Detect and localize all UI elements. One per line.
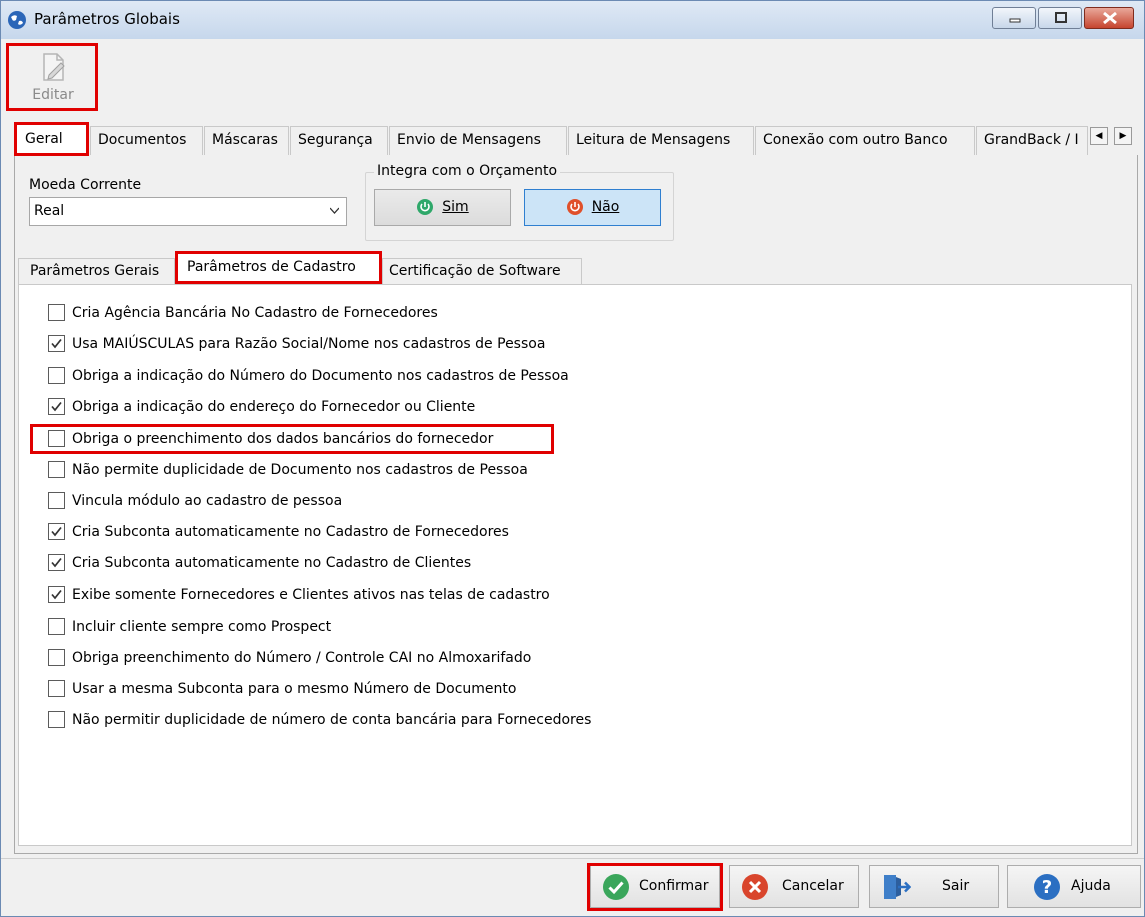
budget-yes-label: Sim [442,199,469,215]
tab-geral[interactable]: Geral [14,122,89,156]
tab-documentos[interactable]: Documentos [90,126,203,155]
confirm-check-icon [603,874,629,900]
chevron-down-icon [330,207,339,214]
checkbox[interactable] [48,304,65,321]
checkbox[interactable] [48,461,65,478]
arrow-right-icon: ▶ [1119,131,1127,141]
confirm-button[interactable]: Confirmar [590,865,720,908]
currency-select[interactable]: Real [29,197,347,226]
option-label: Não permitir duplicidade de número de co… [72,712,592,728]
maximize-button[interactable] [1038,7,1082,29]
option-label: Obriga a indicação do Número do Document… [72,368,569,384]
subtab-parametros-cadastro[interactable]: Parâmetros de Cadastro [175,251,382,284]
tab-envio-mensagens[interactable]: Envio de Mensagens [389,126,567,155]
parametros-globais-window: Parâmetros Globais Editar Geral Document… [0,0,1145,917]
exit-button[interactable]: Sair [869,865,999,908]
cancel-button[interactable]: Cancelar [729,865,859,908]
close-button[interactable] [1084,7,1134,29]
currency-value: Real [34,203,65,219]
option-label: Incluir cliente sempre como Prospect [72,619,332,635]
checkmark-icon [51,526,62,537]
exit-door-icon [884,875,911,899]
checkbox[interactable] [48,430,65,447]
budget-group-title: Integra com o Orçamento [374,163,561,179]
tab-grandback[interactable]: GrandBack / I [976,126,1088,155]
edit-button[interactable]: Editar [10,45,96,110]
checkbox[interactable] [48,398,65,415]
option-label: Usar a mesma Subconta para o mesmo Númer… [72,681,517,697]
power-icon [417,199,434,215]
checkbox[interactable] [48,711,65,728]
checkbox[interactable] [48,335,65,352]
confirm-label: Confirmar [639,878,709,894]
option-label: Obriga o preenchimento dos dados bancári… [72,431,494,447]
checkbox[interactable] [48,649,65,666]
subtab-parametros-gerais[interactable]: Parâmetros Gerais [18,258,175,284]
option-label: Usa MAIÚSCULAS para Razão Social/Nome no… [72,336,546,352]
option-label: Cria Agência Bancária No Cadastro de For… [72,305,438,321]
tab-seguranca[interactable]: Segurança [290,126,388,155]
currency-label: Moeda Corrente [29,177,142,193]
checkbox[interactable] [48,618,65,635]
tab-scroll-right-button[interactable]: ▶ [1114,127,1132,145]
footer-separator [1,858,1144,859]
close-icon [1103,11,1117,25]
tab-mascaras[interactable]: Máscaras [204,126,289,155]
budget-no-button[interactable]: Não [524,189,661,226]
edit-label: Editar [32,87,74,103]
cancel-x-icon [742,874,768,900]
minimize-button[interactable] [992,7,1036,29]
budget-yes-button[interactable]: Sim [374,189,511,226]
power-icon [566,199,583,215]
minimize-icon [1009,18,1021,23]
help-question-icon: ? [1034,874,1060,900]
option-label: Cria Subconta automaticamente no Cadastr… [72,555,472,571]
window-title: Parâmetros Globais [34,10,180,28]
tab-leitura-mensagens[interactable]: Leitura de Mensagens [568,126,754,155]
option-label: Obriga a indicação do endereço do Fornec… [72,399,476,415]
budget-no-label: Não [591,199,620,215]
svg-text:?: ? [1042,877,1052,898]
checkbox[interactable] [48,680,65,697]
checkmark-icon [51,401,62,412]
tab-scroll-left-button[interactable]: ◀ [1090,127,1108,145]
checkmark-icon [51,589,62,600]
help-label: Ajuda [1071,878,1111,894]
checkbox[interactable] [48,554,65,571]
checkmark-icon [51,557,62,568]
option-label: Não permite duplicidade de Documento nos… [72,462,528,478]
cancel-label: Cancelar [782,878,844,894]
exit-label: Sair [942,878,970,894]
globe-icon [8,11,26,29]
maximize-icon [1055,12,1067,23]
checkbox[interactable] [48,523,65,540]
option-label: Vincula módulo ao cadastro de pessoa [72,493,343,509]
option-label: Cria Subconta automaticamente no Cadastr… [72,524,509,540]
help-button[interactable]: ? Ajuda [1007,865,1141,908]
title-bar: Parâmetros Globais [1,1,1144,39]
edit-document-icon [43,53,65,81]
subtab-certificacao-software[interactable]: Certificação de Software [382,258,582,284]
option-label: Obriga preenchimento do Número / Control… [72,650,532,666]
checkbox[interactable] [48,367,65,384]
checkmark-icon [51,338,62,349]
option-label: Exibe somente Fornecedores e Clientes at… [72,587,550,603]
arrow-left-icon: ◀ [1095,131,1103,141]
checkbox[interactable] [48,492,65,509]
checkbox[interactable] [48,586,65,603]
tab-conexao-banco[interactable]: Conexão com outro Banco [755,126,975,155]
